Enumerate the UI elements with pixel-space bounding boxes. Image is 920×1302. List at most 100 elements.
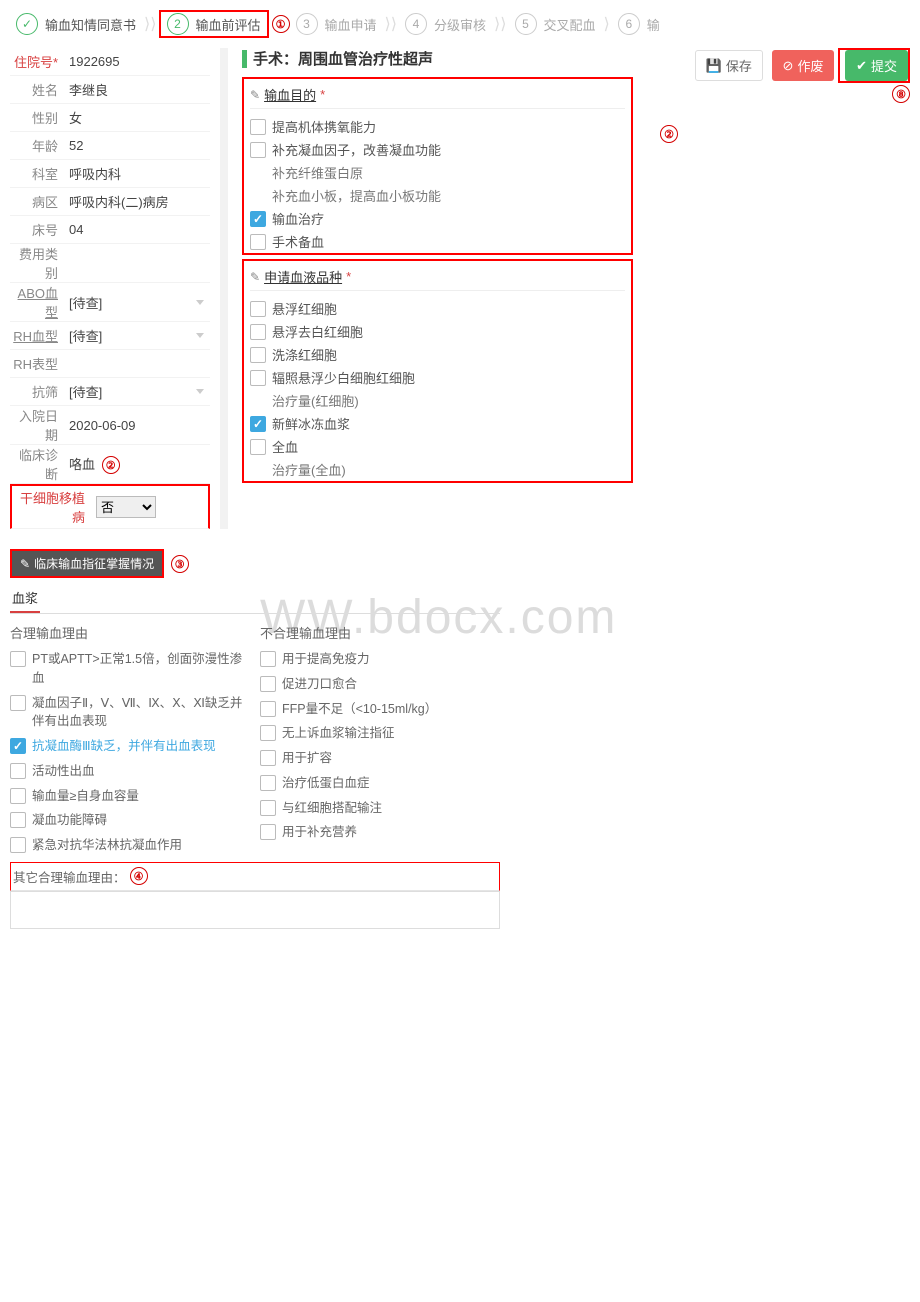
checkbox-icon xyxy=(10,788,26,804)
checkbox-option[interactable]: 用于提高免疫力 xyxy=(260,647,500,672)
submit-button[interactable]: ✔提交 xyxy=(845,50,908,81)
action-panel: 💾保存 ⊘作废 ✔提交 ⑧ ② xyxy=(643,48,910,529)
checkbox-option[interactable]: 补充血小板，提高血小板功能 xyxy=(250,184,625,207)
checkbox-option[interactable]: 辐照悬浮少白细胞红细胞 xyxy=(250,366,625,389)
ban-icon: ⊘ xyxy=(783,58,794,74)
indication-panel: ✎ 临床输血指征掌握情况 ③ 血浆 合理输血理由 PT或APTT>正常1.5倍，… xyxy=(10,549,500,932)
anti-select[interactable]: [待查] xyxy=(65,382,210,401)
chevron-down-icon xyxy=(196,300,204,305)
save-button[interactable]: 💾保存 xyxy=(695,50,763,81)
checkbox-icon xyxy=(260,750,276,766)
edit-icon: ✎ xyxy=(20,557,30,571)
step-bar: ✓ 输血知情同意书 ⟩⟩ 2 输血前评估 ① 3 输血申请 ⟩⟩ 4 分级审核 … xyxy=(10,0,910,48)
checkbox-icon xyxy=(250,119,266,135)
section-purpose: ✎ 输血目的* xyxy=(250,79,625,109)
patient-panel: 住院号*1922695 姓名李继良 性别女 年龄52 科室呼吸内科 病区呼吸内科… xyxy=(10,48,210,529)
void-button[interactable]: ⊘作废 xyxy=(772,50,835,81)
checkbox-icon xyxy=(10,738,26,754)
other-reason-label: 其它合理输血理由： xyxy=(13,867,126,886)
page-title: 手术：周围血管治疗性超声 xyxy=(253,48,433,69)
stem-select[interactable]: 否 xyxy=(96,496,156,518)
indication-header: ✎ 临床输血指征掌握情况 xyxy=(12,551,162,576)
col-header-bad: 不合理输血理由 xyxy=(260,618,500,647)
checkbox-icon xyxy=(250,439,266,455)
checkbox-option[interactable]: PT或APTT>正常1.5倍，创面弥漫性渗血 xyxy=(10,647,250,691)
other-reason-input[interactable] xyxy=(10,891,500,929)
checkbox-icon xyxy=(260,651,276,667)
check-icon: ✓ xyxy=(16,13,38,35)
checkbox-option[interactable]: 促进刀口愈合 xyxy=(260,672,500,697)
step-5[interactable]: 5 交叉配血 xyxy=(509,13,602,35)
checkbox-icon xyxy=(250,234,266,250)
checkbox-option[interactable]: 与红细胞搭配输注 xyxy=(260,796,500,821)
checkbox-option[interactable]: 无上诉血浆输注指征 xyxy=(260,721,500,746)
checkbox-icon xyxy=(10,763,26,779)
edit-icon: ✎ xyxy=(250,270,260,284)
checkbox-icon xyxy=(250,142,266,158)
checkbox-option[interactable]: 洗涤红细胞 xyxy=(250,343,625,366)
section-product: ✎ 申请血液品种* xyxy=(250,261,625,291)
checkbox-option[interactable]: 输血治疗 xyxy=(250,207,625,230)
checkbox-icon xyxy=(10,812,26,828)
step-2[interactable]: 2 输血前评估 xyxy=(161,13,267,35)
checkbox-icon xyxy=(260,800,276,816)
checkbox-option[interactable]: 提高机体携氧能力 xyxy=(250,115,625,138)
col-header-ok: 合理输血理由 xyxy=(10,618,250,647)
label-id: 住院号* xyxy=(10,52,65,71)
chevron-right-icon: ⟩⟩ xyxy=(142,14,158,34)
checkbox-option[interactable]: 凝血因子Ⅱ，Ⅴ、Ⅶ、Ⅸ、Ⅹ、Ⅺ缺乏并伴有出血表现 xyxy=(10,691,250,735)
checkbox-option[interactable]: 补充纤维蛋白原 xyxy=(250,161,625,184)
checkbox-icon xyxy=(260,824,276,840)
checkbox-option[interactable]: 新鲜冰冻血浆 xyxy=(250,412,625,435)
checkbox-icon xyxy=(250,211,266,227)
checkbox-option[interactable]: 抗凝血酶Ⅲ缺乏，并伴有出血表现 xyxy=(10,734,250,759)
value-id: 1922695 xyxy=(65,54,210,69)
chevron-down-icon xyxy=(196,333,204,338)
checkbox-option[interactable]: 治疗低蛋白血症 xyxy=(260,771,500,796)
step-4[interactable]: 4 分级审核 xyxy=(399,13,492,35)
checkbox-icon xyxy=(250,347,266,363)
save-icon: 💾 xyxy=(706,58,722,74)
checkbox-option[interactable]: 治疗量(全血) xyxy=(250,458,625,481)
step-number: 2 xyxy=(167,13,189,35)
title-accent xyxy=(242,50,247,68)
checkbox-option[interactable]: 紧急对抗华法林抗凝血作用 xyxy=(10,833,250,858)
checkbox-option[interactable]: 悬浮红细胞 xyxy=(250,297,625,320)
checkbox-icon xyxy=(250,370,266,386)
checkbox-icon xyxy=(10,651,26,667)
checkbox-icon xyxy=(250,301,266,317)
annotation-2b: ② xyxy=(660,125,678,143)
tab-plasma[interactable]: 血浆 xyxy=(10,584,40,613)
checkbox-option[interactable]: 全血 xyxy=(250,435,625,458)
step-6[interactable]: 6 输 xyxy=(612,13,666,35)
checkbox-icon xyxy=(260,725,276,741)
check-icon: ✔ xyxy=(856,58,867,74)
checkbox-icon xyxy=(260,775,276,791)
checkbox-option[interactable]: 悬浮去白红细胞 xyxy=(250,320,625,343)
annotation-8: ⑧ xyxy=(892,85,910,103)
annotation-2: ② xyxy=(102,456,120,474)
checkbox-icon xyxy=(260,676,276,692)
checkbox-option[interactable]: 治疗量(红细胞) xyxy=(250,389,625,412)
form-panel: 手术：周围血管治疗性超声 ✎ 输血目的* 提高机体携氧能力补充凝血因子，改善凝血… xyxy=(238,48,633,529)
checkbox-option[interactable]: FFP量不足（<10-15ml/kg） xyxy=(260,697,500,722)
annotation-3: ③ xyxy=(171,555,189,573)
checkbox-icon xyxy=(250,416,266,432)
scrollbar[interactable] xyxy=(220,48,228,529)
checkbox-option[interactable]: 输血量≥自身血容量 xyxy=(10,784,250,809)
checkbox-option[interactable]: 用于补充营养 xyxy=(260,820,500,845)
checkbox-icon xyxy=(250,324,266,340)
annotation-4: ④ xyxy=(130,867,148,885)
checkbox-option[interactable]: 用于扩容 xyxy=(260,746,500,771)
checkbox-icon xyxy=(10,695,26,711)
checkbox-option[interactable]: 活动性出血 xyxy=(10,759,250,784)
checkbox-option[interactable]: 手术备血 xyxy=(250,230,625,253)
rh-select[interactable]: [待查] xyxy=(65,326,210,345)
checkbox-icon xyxy=(10,837,26,853)
abo-select[interactable]: [待查] xyxy=(65,293,210,312)
checkbox-option[interactable]: 补充凝血因子，改善凝血功能 xyxy=(250,138,625,161)
step-3[interactable]: 3 输血申请 xyxy=(290,13,383,35)
chevron-down-icon xyxy=(196,389,204,394)
step-1[interactable]: ✓ 输血知情同意书 xyxy=(10,13,142,35)
checkbox-option[interactable]: 凝血功能障碍 xyxy=(10,808,250,833)
